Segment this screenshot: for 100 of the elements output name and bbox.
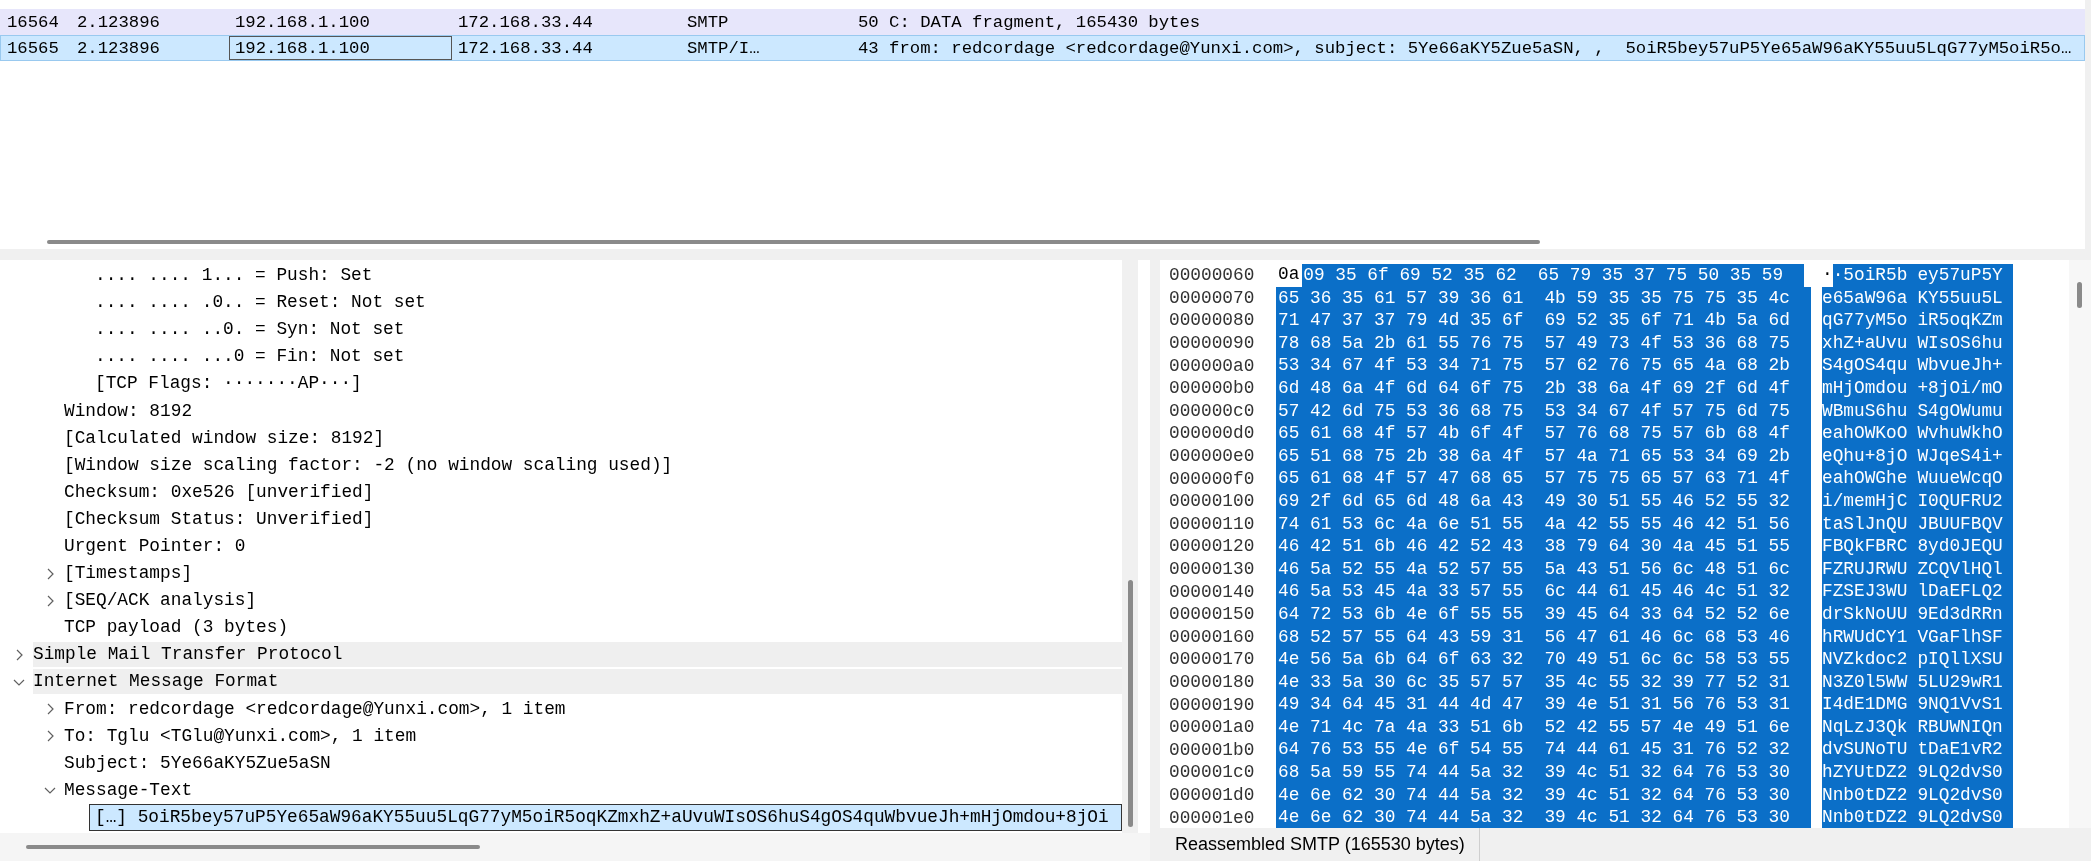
tree-item[interactable]: [SEQ/ACK analysis] <box>64 588 257 614</box>
hex-bytes[interactable]: 65 79 35 37 75 50 35 59 <box>1537 264 1784 287</box>
tree-item[interactable]: Message-Text <box>64 777 193 803</box>
ascii-text[interactable]: VGaFlhSF <box>1917 625 2003 649</box>
ascii-text[interactable]: S4gOWumu <box>1917 399 2003 423</box>
hex-bytes[interactable]: 09 35 6f 69 52 35 62 <box>1303 264 1517 287</box>
hex-bytes[interactable]: 65 61 68 4f 57 4b 6f 4f <box>1278 422 1524 445</box>
hex-bytes[interactable]: 68 5a 59 55 74 44 5a 32 <box>1278 761 1524 784</box>
hex-bytes[interactable]: 57 49 73 4f 53 36 68 75 <box>1544 331 1790 355</box>
tree-item[interactable]: .... .... 1... = Push: Set <box>95 263 373 289</box>
hex-bytes[interactable]: 74 44 61 45 31 76 52 32 <box>1544 738 1790 762</box>
ascii-text[interactable]: FZRUJRWU <box>1822 557 1908 581</box>
scrollbar-thumb[interactable] <box>26 845 480 849</box>
hex-bytes[interactable]: 65 61 68 4f 57 47 68 65 <box>1278 467 1524 490</box>
ascii-text[interactable]: mHjOmdou <box>1822 376 1908 400</box>
ascii-text[interactable]: qG77yM5o <box>1822 309 1908 332</box>
hex-bytes[interactable]: 6c 44 61 45 46 4c 51 32 <box>1544 580 1790 603</box>
hex-bytes[interactable]: 57 62 76 75 65 4a 68 2b <box>1544 354 1790 377</box>
ascii-text[interactable]: eahOWKoO <box>1822 422 1908 445</box>
ascii-text[interactable]: e65aW96a <box>1822 286 1908 310</box>
ascii-text[interactable]: 5LU29wR1 <box>1917 670 2003 694</box>
hex-bytes[interactable]: 46 5a 52 55 4a 52 57 55 <box>1278 557 1524 581</box>
ascii-text[interactable]: WbvueJh+ <box>1917 354 2003 377</box>
ascii-text[interactable]: hRWUdCY1 <box>1822 625 1908 649</box>
ascii-text[interactable]: eQhu+8jO <box>1822 444 1908 468</box>
tree-item[interactable]: Checksum: 0xe526 [unverified] <box>64 479 374 505</box>
ascii-text[interactable]: I4dE1DMG <box>1822 693 1908 716</box>
ascii-text[interactable]: dvSUNoTU <box>1822 738 1908 762</box>
ascii-text[interactable]: ZCQVlHQl <box>1917 557 2003 581</box>
ascii-text[interactable]: S4gOS4qu <box>1822 354 1908 377</box>
hex-bytes[interactable]: 4e 33 5a 30 6c 35 57 57 <box>1278 670 1524 694</box>
tree-item[interactable]: .... .... ...0 = Fin: Not set <box>95 344 405 370</box>
ascii-text[interactable]: iR5oqKZm <box>1917 309 2003 332</box>
ascii-text[interactable]: I0QUFRU2 <box>1917 489 2003 513</box>
ascii-text[interactable]: i/memHjC <box>1822 489 1908 513</box>
hex-bytes[interactable]: 39 4c 51 32 64 76 53 30 <box>1544 806 1790 828</box>
ascii-text[interactable]: 9LQ2dvS0 <box>1917 806 2003 828</box>
ascii-text[interactable]: tDaE1vR2 <box>1917 738 2003 762</box>
hex-bytes[interactable]: 38 79 64 30 4a 45 51 55 <box>1544 535 1790 558</box>
scrollbar-thumb[interactable] <box>1128 580 1133 827</box>
hex-bytes[interactable]: 39 4e 51 31 56 76 53 31 <box>1544 693 1790 716</box>
ascii-text[interactable]: RBUWNIQn <box>1917 715 2003 739</box>
hex-bytes[interactable]: 4e 6e 62 30 74 44 5a 32 <box>1278 806 1524 828</box>
hex-bytes[interactable]: 46 5a 53 45 4a 33 57 55 <box>1278 580 1524 603</box>
ascii-text[interactable]: 9Ed3dRRn <box>1917 602 2003 626</box>
hex-bytes[interactable]: 4e 56 5a 6b 64 6f 63 32 <box>1278 648 1524 671</box>
hex-bytes[interactable]: 46 42 51 6b 46 42 52 43 <box>1278 535 1524 558</box>
hex-bytes[interactable]: 2b 38 6a 4f 69 2f 6d 4f <box>1544 376 1790 400</box>
hex-bytes[interactable]: 74 61 53 6c 4a 6e 51 55 <box>1278 512 1524 536</box>
ascii-text[interactable]: Nnb0tDZ2 <box>1822 783 1908 807</box>
ascii-text[interactable]: KY55uu5L <box>1917 286 2003 310</box>
ascii-text[interactable]: NVZkdoc2 <box>1822 648 1908 671</box>
hex-bytes[interactable]: 71 47 37 37 79 4d 35 6f <box>1278 309 1524 332</box>
hex-bytes[interactable]: 69 52 35 6f 71 4b 5a 6d <box>1544 309 1790 332</box>
tree-item[interactable]: [Window size scaling factor: -2 (no window scaling used)] <box>64 452 673 478</box>
ascii-text[interactable]: WBmuS6hu <box>1822 399 1908 423</box>
ascii-text[interactable]: FBQkFBRC <box>1822 535 1908 558</box>
ascii-text[interactable]: WIsOS6hu <box>1917 331 2003 355</box>
ascii-text[interactable]: NqLzJ3Qk <box>1822 715 1908 739</box>
tree-item[interactable]: Internet Message Format <box>33 669 1122 695</box>
ascii-text[interactable]: hZYUtDZ2 <box>1822 761 1908 784</box>
ascii-text[interactable]: Nnb0tDZ2 <box>1822 806 1908 828</box>
hex-bytes[interactable]: 57 75 75 65 57 63 71 4f <box>1544 467 1790 490</box>
ascii-text[interactable]: FZSEJ3WU <box>1822 580 1908 603</box>
ascii-text[interactable]: ·5oiR5b <box>1832 264 1908 287</box>
ascii-text[interactable]: drSkNoUU <box>1822 602 1908 626</box>
tree-item[interactable]: […] 5oiR5bey57uP5Ye65aW96aKY55uu5LqG77yM5oiR5oqKZmxhZ+aUvuWIsOS6huS4gOS4quWbvueJh+mHjOmdou+8jOi <box>89 803 1122 831</box>
hex-bytes[interactable]: 56 47 61 46 6c 68 53 46 <box>1544 625 1790 649</box>
hex-bytes[interactable]: 64 76 53 55 4e 6f 54 55 <box>1278 738 1524 762</box>
tree-item[interactable]: From: redcordage <redcordage@Yunxi.com>, 1 item <box>64 696 566 722</box>
tree-item[interactable]: [Checksum Status: Unverified] <box>64 506 374 532</box>
hex-bytes[interactable]: 49 30 51 55 46 52 55 32 <box>1544 489 1790 513</box>
packet-row[interactable]: 16565 2.123896 192.168.1.100 172.168.33.44 SMTP/I… 43 from: redcordage <redcordage@Yunxi.com>, subject: 5Ye66aKY5Zue5aSN, , 5oiR5bey57uP5Ye65aW96aKY55uu5LqG77yM5oiR5o… <box>0 35 2085 61</box>
hex-bytes[interactable]: 39 4c 51 32 64 76 53 30 <box>1544 783 1790 807</box>
packet-row[interactable]: 16564 2.123896 192.168.1.100 172.168.33.44 SMTP 50 C: DATA fragment, 165430 bytes <box>0 9 2085 35</box>
ascii-text[interactable]: 8yd0JEQU <box>1917 535 2003 558</box>
hex-bytes[interactable]: 49 34 64 45 31 44 4d 47 <box>1278 693 1524 716</box>
scrollbar-track[interactable] <box>1122 260 1138 833</box>
ascii-text[interactable]: N3Z0l5WW <box>1822 670 1908 694</box>
hex-bytes[interactable]: 4e 6e 62 30 74 44 5a 32 <box>1278 783 1524 807</box>
ascii-text[interactable]: 9LQ2dvS0 <box>1917 783 2003 807</box>
hex-bytes[interactable]: 70 49 51 6c 6c 58 53 55 <box>1544 648 1790 671</box>
tree-item[interactable]: To: Tglu <TGlu@Yunxi.com>, 1 item <box>64 723 417 749</box>
ascii-text[interactable]: JBUUFBQV <box>1917 512 2003 536</box>
hex-bytes[interactable]: 6d 48 6a 4f 6d 64 6f 75 <box>1278 376 1524 400</box>
tree-item[interactable]: Window: 8192 <box>64 398 193 424</box>
hex-bytes[interactable]: 57 4a 71 65 53 34 69 2b <box>1544 444 1790 468</box>
hex-bytes[interactable]: 53 34 67 4f 53 34 71 75 <box>1278 354 1524 377</box>
hex-bytes[interactable]: 5a 43 51 56 6c 48 51 6c <box>1544 557 1790 581</box>
ascii-text[interactable]: eahOWGhe <box>1822 467 1908 490</box>
hex-bytes[interactable]: 68 52 57 55 64 43 59 31 <box>1278 625 1524 649</box>
hex-bytes[interactable]: 4a 42 55 55 46 42 51 56 <box>1544 512 1790 536</box>
hex-bytes[interactable]: 65 51 68 75 2b 38 6a 4f <box>1278 444 1524 468</box>
hex-bytes[interactable]: 35 4c 55 32 39 77 52 31 <box>1544 670 1790 694</box>
tree-item[interactable]: Urgent Pointer: 0 <box>64 534 246 559</box>
tree-item[interactable]: .... .... ..0. = Syn: Not set <box>95 317 405 343</box>
tree-item[interactable]: TCP payload (3 bytes) <box>64 615 289 641</box>
ascii-text[interactable]: 9LQ2dvS0 <box>1917 761 2003 784</box>
ascii-text[interactable]: ey57uP5Y <box>1917 264 2003 287</box>
hex-bytes[interactable]: 39 45 64 33 64 52 52 6e <box>1544 602 1790 626</box>
